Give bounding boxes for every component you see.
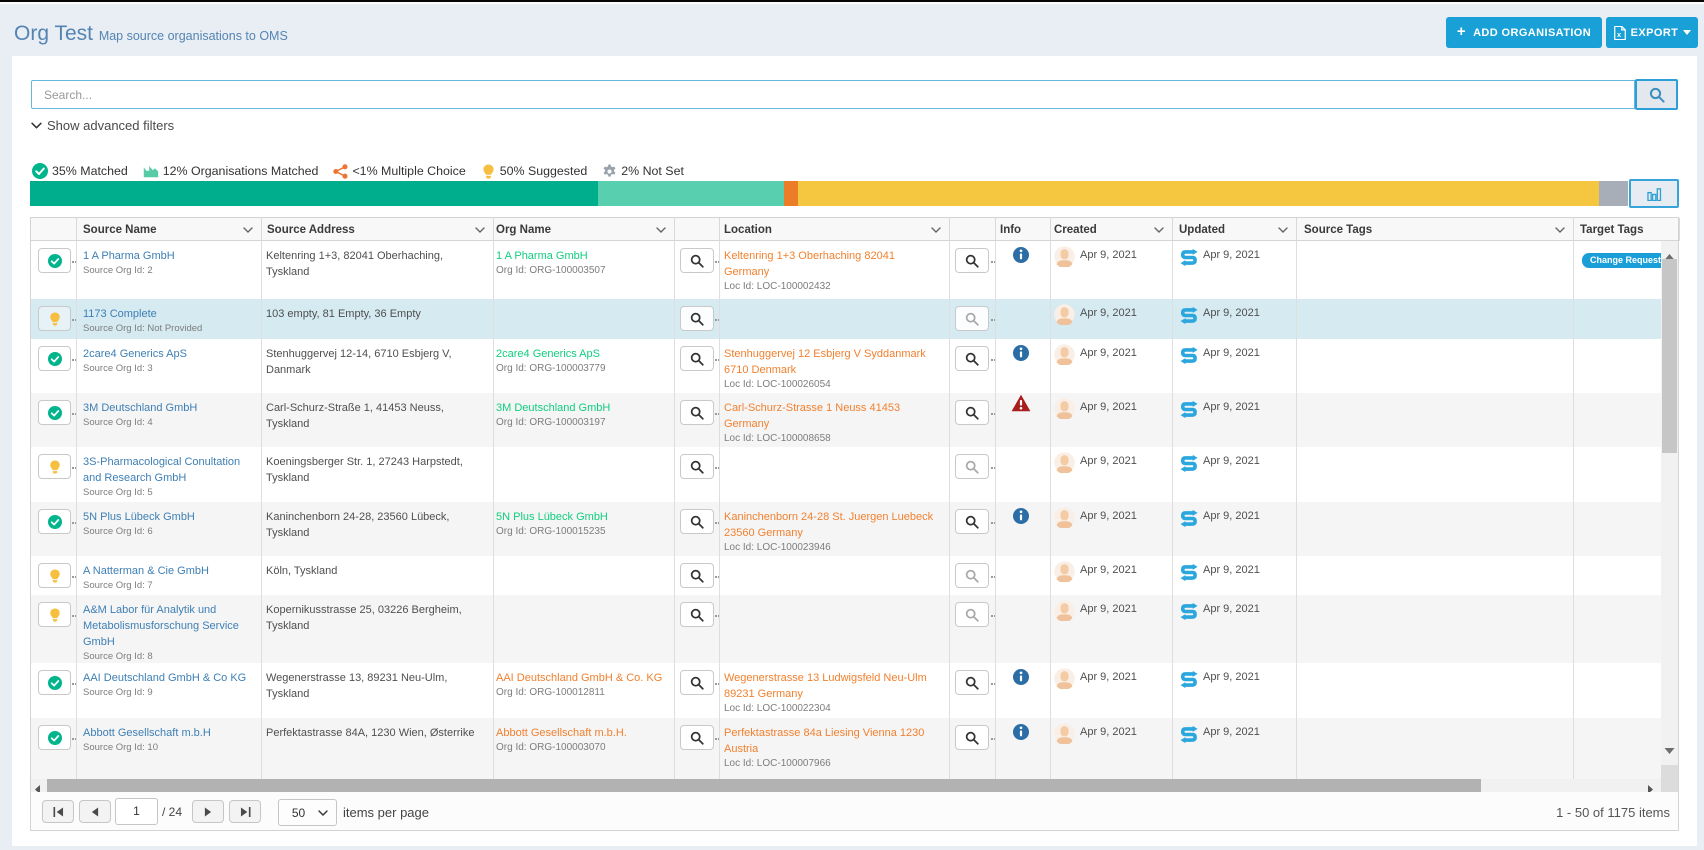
- svg-text:x: x: [1617, 30, 1622, 39]
